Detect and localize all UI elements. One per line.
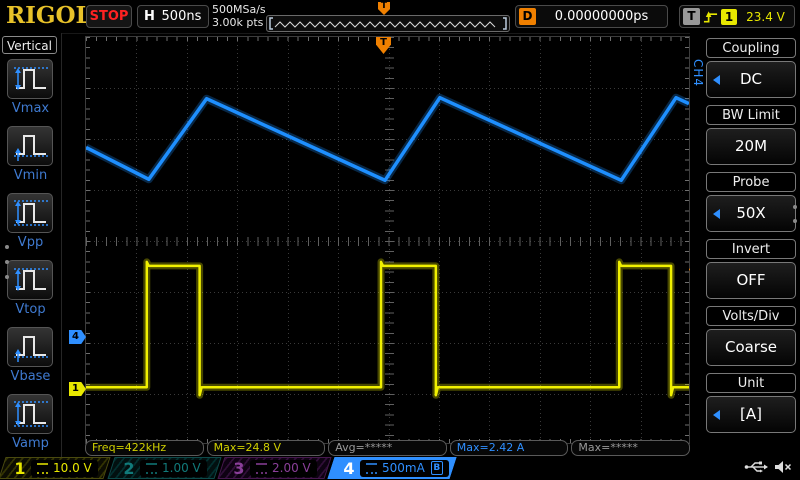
softkey-volts-div[interactable]: Volts/Div Coarse (706, 306, 796, 373)
dc-coupling-icon (146, 463, 157, 474)
menu-item-vamp[interactable]: Vamp (0, 394, 61, 456)
channel-2-scale-box: 1.00 V (140, 460, 207, 477)
dc-coupling-icon (256, 463, 267, 474)
delay-label-badge: D (519, 8, 536, 25)
horizontal-label: H (144, 9, 155, 24)
channel-4-number: 4 (342, 459, 356, 478)
ch1-trace-glow (86, 262, 689, 395)
softkey-value[interactable]: 50X (706, 195, 796, 232)
waveform-display (86, 37, 689, 443)
measurement-max-empty: Max=***** (571, 440, 690, 456)
channel-2-number: 2 (122, 459, 136, 478)
channel-1-indicator[interactable]: 1 10.0 V (0, 457, 111, 479)
run-state-indicator[interactable]: STOP (86, 5, 132, 28)
menu-item-vtop[interactable]: Vtop (0, 260, 61, 322)
channel-status-bar: 1 10.0 V 2 1.00 V 3 2.00 V 4 (0, 457, 800, 480)
channel-menu: CH4 Coupling DC BW Limit 20M Probe 50X I… (690, 33, 800, 457)
vmin-icon[interactable] (7, 126, 53, 166)
channel-3-scale-box: 2.00 V (250, 460, 317, 477)
left-menu-page-dots (5, 245, 9, 290)
right-menu-page-dots (793, 205, 797, 233)
softkey-arrow-icon (713, 410, 720, 420)
measurement-avg: Avg=***** (328, 440, 447, 456)
top-status-bar: RIGOL STOP H 500ns 500MSa/s 3.00k pts T … (0, 0, 800, 34)
channel-menu-tab: CH4 (691, 59, 705, 87)
measurement-bar: Freq=422kHz Max=24.8 V Avg=***** Max=2.4… (85, 440, 690, 456)
softkey-value[interactable]: Coarse (706, 329, 796, 366)
channel-3-number: 3 (232, 459, 246, 478)
menu-label-vtop: Vtop (0, 302, 61, 317)
delay-box: D 0.00000000ps (515, 5, 668, 28)
trigger-rising-edge-icon (703, 9, 718, 25)
preview-waveform-icon (267, 16, 509, 31)
memory-depth: 3.00k pts (212, 16, 266, 29)
horizontal-timebase-box[interactable]: H 500ns (137, 5, 209, 28)
trigger-level-value: 23.4 V (737, 10, 794, 24)
vpp-icon[interactable] (7, 193, 53, 233)
vmax-icon[interactable] (7, 59, 53, 99)
softkey-invert[interactable]: Invert OFF (706, 239, 796, 306)
channel-2-indicator[interactable]: 2 1.00 V (107, 457, 221, 479)
softkey-title: Invert (706, 239, 796, 259)
left-menu-title: Vertical (2, 36, 57, 54)
menu-item-vmin[interactable]: Vmin (0, 126, 61, 188)
softkey-unit[interactable]: Unit [A] (706, 373, 796, 440)
menu-item-vbase[interactable]: Vbase (0, 327, 61, 389)
menu-label-vmin: Vmin (0, 168, 61, 183)
vamp-icon[interactable] (7, 394, 53, 434)
timebase-value: 500ns (155, 9, 208, 24)
preview-trigger-marker[interactable]: T (378, 2, 390, 15)
bw-limit-badge: B (431, 461, 443, 475)
softkey-value[interactable]: OFF (706, 262, 796, 299)
menu-label-vpp: Vpp (0, 235, 61, 250)
softkey-coupling[interactable]: Coupling DC (706, 38, 796, 105)
softkey-value[interactable]: 20M (706, 128, 796, 165)
measurement-freq: Freq=422kHz (85, 440, 204, 456)
softkey-arrow-icon (713, 75, 720, 85)
softkey-title: Probe (706, 172, 796, 192)
menu-label-vamp: Vamp (0, 436, 61, 451)
channel-4-scale-box: 500mA B (360, 460, 449, 477)
softkey-title: BW Limit (706, 105, 796, 125)
dc-coupling-icon (37, 463, 48, 474)
softkey-title: Unit (706, 373, 796, 393)
menu-item-vpp[interactable]: Vpp (0, 193, 61, 255)
usb-icon (744, 460, 768, 474)
softkey-value[interactable]: [A] (706, 396, 796, 433)
channel-1-scale-box: 10.0 V (31, 460, 98, 477)
run-state-label: STOP (90, 9, 129, 24)
menu-label-vbase: Vbase (0, 369, 61, 384)
softkey-bw-limit[interactable]: BW Limit 20M (706, 105, 796, 172)
ch4-ground-marker[interactable]: 4 (69, 330, 86, 344)
channel-1-number: 1 (13, 459, 27, 478)
speaker-muted-icon[interactable] (774, 460, 792, 474)
rigol-logo: RIGOL (6, 2, 92, 29)
graticule (85, 36, 690, 444)
delay-value: 0.00000000ps (536, 9, 667, 24)
vertical-measure-menu: Vertical Vmax Vmin (0, 33, 62, 480)
softkey-value[interactable]: DC (706, 61, 796, 98)
vbase-icon[interactable] (7, 327, 53, 367)
softkey-title: Coupling (706, 38, 796, 58)
acquisition-info: 500MSa/s 3.00k pts (212, 3, 266, 29)
trigger-label-badge: T (683, 8, 700, 25)
measurement-max-ch1: Max=24.8 V (207, 440, 326, 456)
vtop-icon[interactable] (7, 260, 53, 300)
dc-coupling-icon (366, 463, 377, 474)
sample-rate: 500MSa/s (212, 3, 266, 16)
trigger-status-box[interactable]: T 1 23.4 V (679, 5, 795, 28)
ch1-ground-marker[interactable]: 1 (69, 382, 86, 396)
waveform-preview-bar[interactable] (266, 15, 510, 32)
trigger-source-badge: 1 (721, 9, 737, 25)
ch1-trace (86, 262, 689, 395)
channel-4-indicator[interactable]: 4 500mA B (327, 457, 456, 479)
menu-item-vmax[interactable]: Vmax (0, 59, 61, 121)
menu-label-vmax: Vmax (0, 101, 61, 116)
channel-3-indicator[interactable]: 3 2.00 V (217, 457, 331, 479)
softkey-probe[interactable]: Probe 50X (706, 172, 796, 239)
softkey-title: Volts/Div (706, 306, 796, 326)
softkey-arrow-icon (713, 209, 720, 219)
measurement-max-ch4: Max=2.42 A (450, 440, 569, 456)
